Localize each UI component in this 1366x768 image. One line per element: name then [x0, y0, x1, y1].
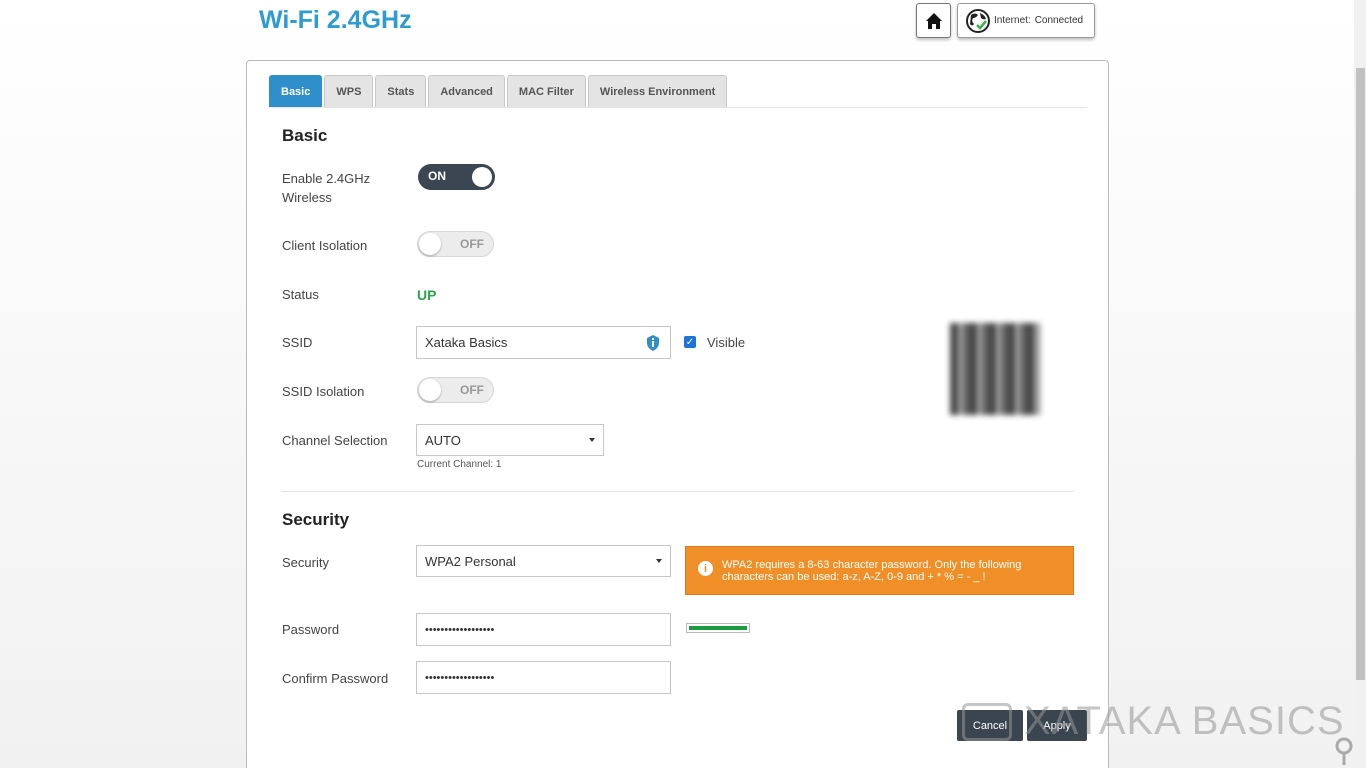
client-isolation-toggle[interactable]: OFF	[417, 231, 494, 257]
status-value: UP	[417, 287, 437, 303]
visible-checkbox[interactable]: ✓	[684, 336, 696, 348]
confirm-password-value: ••••••••••••••••••	[425, 671, 495, 684]
checkbox-check-icon: ✓	[685, 336, 695, 348]
home-button[interactable]	[916, 3, 951, 38]
home-icon	[925, 12, 942, 29]
current-channel-text: Current Channel: 1	[417, 459, 502, 470]
tab-mac-filter[interactable]: MAC Filter	[506, 75, 586, 107]
qr-code-image	[950, 323, 1040, 415]
enable-wireless-toggle[interactable]: ON	[418, 164, 495, 190]
password-warning-box: i WPA2 requires a 8-63 character passwor…	[685, 546, 1074, 595]
channel-value: AUTO	[425, 432, 461, 448]
section-divider	[282, 491, 1074, 492]
tab-stats[interactable]: Stats	[375, 75, 427, 107]
security-value: WPA2 Personal	[425, 553, 516, 569]
toggle-knob	[419, 379, 441, 401]
globe-icon	[966, 8, 990, 33]
chevron-down-icon	[589, 438, 595, 442]
client-isolation-label: Client Isolation	[282, 238, 368, 253]
security-label: Security	[282, 555, 329, 570]
watermark-logo-icon	[962, 702, 1012, 741]
internet-status-button[interactable]: Internet: Connected	[957, 3, 1095, 38]
tab-wireless-environment[interactable]: Wireless Environment	[587, 75, 728, 107]
toggle-state-text: OFF	[460, 383, 484, 397]
toggle-state-text: ON	[428, 169, 446, 183]
basic-section-title: Basic	[282, 126, 328, 145]
password-label: Password	[282, 622, 340, 637]
chevron-down-icon	[656, 559, 662, 563]
page-title: Wi-Fi 2.4GHz	[259, 6, 412, 34]
info-icon: i	[698, 561, 713, 576]
security-select[interactable]: WPA2 Personal	[416, 545, 671, 577]
visible-label: Visible	[707, 335, 746, 350]
location-pin-icon	[1335, 737, 1353, 765]
settings-panel: Basic WPS Stats Advanced MAC Filter Wire…	[246, 60, 1109, 768]
tab-bar: Basic WPS Stats Advanced MAC Filter Wire…	[269, 75, 1087, 108]
security-section-title: Security	[282, 510, 350, 529]
password-input[interactable]: ••••••••••••••••••	[416, 613, 671, 646]
internet-status-text: Connected	[1034, 15, 1084, 26]
confirm-password-label: Confirm Password	[282, 671, 389, 686]
watermark-text: XATAKA BASICS	[1024, 699, 1345, 743]
toggle-knob	[472, 167, 492, 187]
toggle-state-text: OFF	[460, 237, 484, 251]
tab-wps[interactable]: WPS	[324, 75, 374, 107]
ssid-isolation-label: SSID Isolation	[282, 384, 365, 399]
confirm-password-input[interactable]: ••••••••••••••••••	[416, 661, 671, 694]
ssid-value: Xataka Basics	[425, 335, 508, 350]
ssid-isolation-toggle[interactable]: OFF	[417, 377, 494, 403]
warning-text: WPA2 requires a 8-63 character password.…	[722, 559, 1022, 583]
internet-label: Internet:	[994, 15, 1031, 26]
ssid-label: SSID	[282, 335, 313, 350]
tab-advanced[interactable]: Advanced	[428, 75, 505, 107]
channel-select[interactable]: AUTO	[416, 424, 604, 456]
password-value: ••••••••••••••••••	[425, 623, 495, 636]
tab-basic[interactable]: Basic	[269, 75, 323, 107]
channel-selection-label: Channel Selection	[282, 433, 388, 448]
toggle-knob	[419, 233, 441, 255]
watermark: XATAKA BASICS	[962, 699, 1345, 744]
info-shield-icon	[647, 335, 659, 351]
password-strength-fill	[689, 626, 747, 630]
enable-wireless-label: Enable 2.4GHz Wireless	[282, 171, 371, 205]
scrollbar[interactable]	[1354, 0, 1366, 768]
password-strength-bar	[686, 623, 750, 633]
status-label: Status	[282, 287, 319, 302]
scrollbar-thumb[interactable]	[1356, 68, 1365, 680]
ssid-input[interactable]: Xataka Basics	[416, 326, 671, 359]
